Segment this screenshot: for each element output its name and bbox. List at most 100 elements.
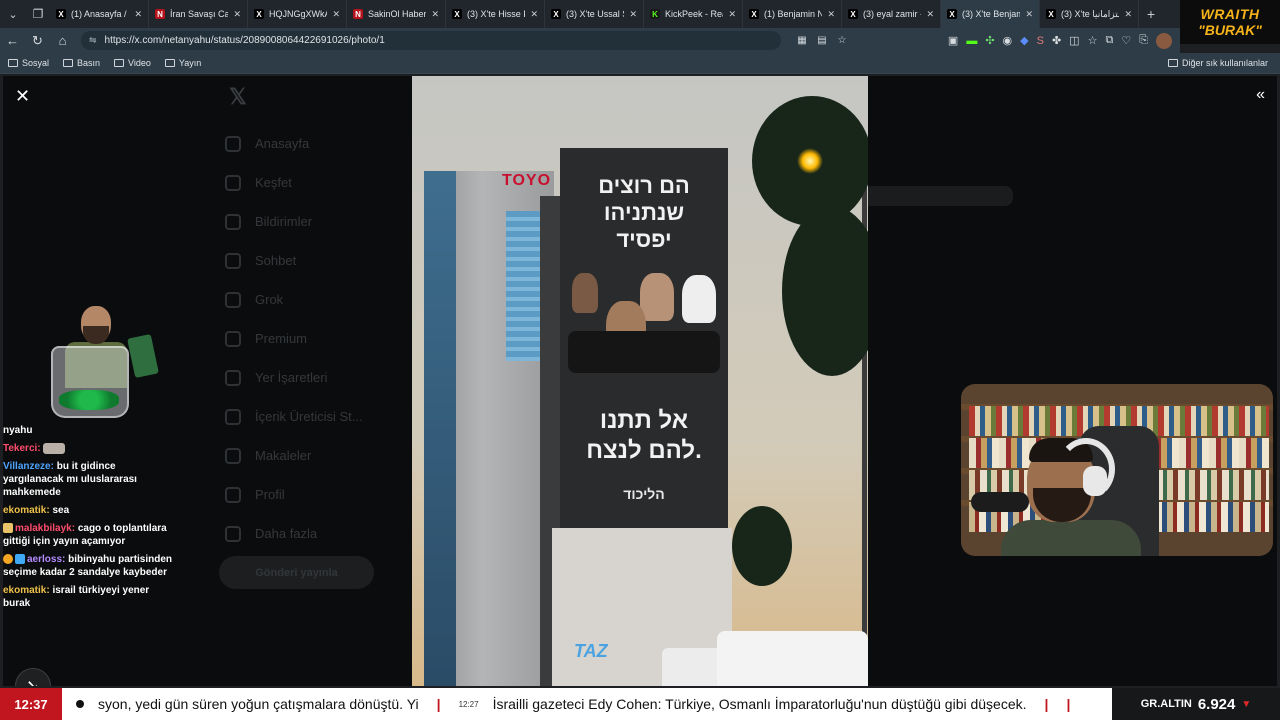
extension-icon[interactable]: ▬ (966, 35, 977, 47)
browser-tab[interactable]: X (3) X'te التزامانيا ✕ (1040, 0, 1139, 28)
close-tab-icon[interactable]: ✕ (431, 9, 439, 20)
close-tab-icon[interactable]: ✕ (629, 9, 637, 20)
sidebar-item[interactable]: Premium (225, 319, 425, 358)
reader-mode-icon[interactable]: ▤ (815, 34, 829, 48)
bookmark-folder[interactable]: Basın (63, 58, 100, 68)
nav-icon (225, 291, 241, 308)
site-info-icon[interactable]: ⇋ (89, 35, 97, 46)
extension-icon[interactable]: ✣ (985, 34, 994, 47)
split-screen-icon[interactable]: ◫ (1069, 34, 1079, 47)
sidebar-item-label: Anasayfa (255, 136, 310, 151)
subscriber-badge-icon (3, 523, 13, 534)
close-tab-icon[interactable]: ✕ (1124, 9, 1132, 20)
tab-title: SakinOl Haber M (368, 9, 427, 19)
sidebar-item[interactable]: Bildirimler (225, 202, 425, 241)
bookmark-folder[interactable]: Sosyal (8, 58, 49, 68)
sidebar-item-label: Grok (255, 292, 284, 307)
x-logo-icon[interactable]: 𝕏 (229, 84, 425, 110)
streamer-webcam (961, 384, 1273, 556)
x-icon: X (947, 9, 957, 19)
sidebar-item[interactable]: Profil (225, 475, 425, 514)
profile-avatar[interactable] (1156, 32, 1172, 49)
folder-icon (1167, 59, 1178, 67)
nav-icon (225, 213, 241, 230)
sidebar-item[interactable]: Yer İşaretleri (225, 358, 425, 397)
browser-tab[interactable]: X (1) Benjamin Net ✕ (743, 0, 842, 28)
close-tab-icon[interactable]: ✕ (530, 9, 538, 20)
browser-tab[interactable]: X (3) X'te Ussal Sah ✕ (545, 0, 644, 28)
sidebar-item[interactable]: Daha fazla (225, 514, 425, 553)
folder-icon (164, 59, 175, 67)
sidebar-item-label: Bildirimler (255, 214, 313, 229)
close-tab-icon[interactable]: ✕ (134, 9, 142, 20)
tab-title: KickPeek - Real-ti (665, 9, 723, 19)
kick-icon: K (650, 9, 660, 19)
x-icon: X (749, 9, 759, 19)
tab-bar: ⌄ ❐ X (1) Anasayfa / X ✕ N İran Savaşı Canlı… (0, 0, 1280, 28)
close-icon[interactable]: ✕ (15, 86, 30, 107)
split-view-icon[interactable]: ▦ (795, 34, 809, 48)
sidebar-item-label: Makaleler (255, 448, 312, 463)
bookmark-folder[interactable]: Video (114, 58, 151, 68)
back-icon[interactable]: ← (0, 28, 25, 53)
url-field[interactable]: ⇋ https://x.com/netanyahu/status/2089008… (81, 31, 781, 50)
sidebar-item[interactable]: Sohbet (225, 241, 425, 280)
live-dot-icon (62, 688, 98, 720)
sidebar-item[interactable]: Grok (225, 280, 425, 319)
browser-tab[interactable]: X (3) X'te Hisse Par ✕ (446, 0, 545, 28)
collections-icon[interactable]: ⧉ (1105, 34, 1113, 47)
extension-icon[interactable]: ▣ (948, 34, 958, 47)
close-tab-icon[interactable]: ✕ (332, 9, 340, 20)
other-favorites[interactable]: Diğer sık kullanılanlar (1167, 58, 1268, 68)
sidebar-item-label: Yer İşaretleri (255, 370, 328, 385)
browser-tab[interactable]: K KickPeek - Real-ti ✕ (644, 0, 743, 28)
sidebar-item[interactable]: Keşfet (225, 163, 425, 202)
tab-search-chevron-icon[interactable]: ⌄ (0, 0, 26, 28)
browser-tab[interactable]: X (3) eyal zamir - A ✕ (842, 0, 941, 28)
post-photo[interactable]: TOYO הם רוצים שנתניהו יפסיד אל תתנו להם … (412, 76, 868, 686)
bookmark-folder[interactable]: Yayın (164, 58, 201, 68)
chat-message: Villanzeze: bu it gidince yargılanacak m… (3, 460, 178, 499)
folder-icon (8, 59, 18, 67)
browser-tab[interactable]: X (3) X'te Benjamin ✕ (941, 0, 1040, 28)
extension-icon[interactable]: ◆ (1020, 34, 1028, 47)
close-tab-icon[interactable]: ✕ (233, 9, 241, 20)
x-icon: X (551, 9, 561, 19)
van (717, 631, 868, 686)
close-tab-icon[interactable]: ✕ (827, 9, 835, 20)
office-tower (424, 171, 554, 686)
address-actions: ▦ ▤ ☆ (795, 34, 849, 48)
browser-tab[interactable]: N SakinOl Haber M ✕ (347, 0, 446, 28)
sidebar-item[interactable]: İçerik Üreticisi St... (225, 397, 425, 436)
performance-icon[interactable]: ♡ (1121, 34, 1131, 47)
chat-message: malakbilayk: cago o toplantılara gittiği… (3, 522, 178, 548)
favorite-star-icon[interactable]: ☆ (835, 34, 849, 48)
collapse-panel-icon[interactable]: « (1256, 86, 1265, 104)
sidebar-item[interactable]: Makaleler (225, 436, 425, 475)
workspaces-icon[interactable]: ❐ (26, 0, 50, 28)
gold-price-widget: GR.ALTIN 6.924 ▼ (1112, 688, 1280, 720)
tab-title: (3) X'te Benjamin (962, 9, 1020, 19)
close-tab-icon[interactable]: ✕ (926, 9, 934, 20)
extensions-puzzle-icon[interactable]: ✤ (1052, 34, 1061, 47)
close-tab-icon[interactable]: ✕ (728, 9, 736, 20)
new-tab-button[interactable]: + (1139, 6, 1163, 22)
close-tab-icon[interactable]: ✕ (1025, 9, 1033, 20)
screenshot-icon[interactable]: ⎘ (1139, 34, 1148, 47)
extension-icon[interactable]: ◉ (1003, 34, 1013, 47)
sidebar-item[interactable]: Anasayfa (225, 124, 425, 163)
ticker-timestamp: 12:27 (458, 699, 479, 709)
extension-icon[interactable]: S (1037, 35, 1044, 47)
refresh-icon[interactable]: ↻ (25, 28, 50, 53)
post-button[interactable]: Gönderi yayınla (219, 556, 374, 589)
favorites-icon[interactable]: ☆ (1088, 34, 1098, 47)
stream-mascot-overlay (31, 298, 161, 423)
expand-arrow-icon[interactable]: ➘ (15, 668, 51, 686)
home-icon[interactable]: ⌂ (50, 28, 75, 53)
news-ticker: 12:37 syon, yedi gün süren yoğun çatışma… (0, 688, 1280, 720)
browser-tab[interactable]: X (1) Anasayfa / X ✕ (50, 0, 149, 28)
browser-tab[interactable]: X HQJNGgXWkAAf ✕ (248, 0, 347, 28)
browser-tab[interactable]: N İran Savaşı Canlı ✕ (149, 0, 248, 28)
x-icon: X (1046, 9, 1056, 19)
extensions-bar: ▣ ▬ ✣ ◉ ◆ S ✤ ◫ ☆ ⧉ ♡ ⎘ (948, 32, 1172, 49)
